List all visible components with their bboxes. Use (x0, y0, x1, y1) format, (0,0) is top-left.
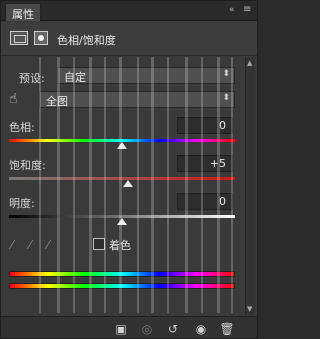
saturation-label: 饱和度: (9, 159, 46, 172)
channel-dropdown[interactable]: 全图 ⬍ (39, 91, 235, 108)
view-previous-icon[interactable]: ◎ (139, 321, 155, 337)
layer-mask-icon[interactable] (34, 31, 48, 45)
adjustment-title-row: 色相/饱和度 (1, 22, 257, 56)
reset-icon[interactable]: ↺ (165, 321, 181, 337)
clip-to-layer-icon[interactable]: ▣ (113, 321, 129, 337)
hue-value-field[interactable]: 0 (177, 117, 233, 134)
panel-scrollbar[interactable]: ▲ ▼ (245, 57, 255, 315)
scroll-up-icon[interactable]: ▲ (247, 59, 252, 67)
preset-dropdown[interactable]: 自定 ⬍ (57, 67, 235, 84)
saturation-slider-thumb[interactable] (122, 180, 133, 187)
preset-label: 预设: (19, 72, 45, 85)
panel-menu-icon[interactable]: ≡ (243, 4, 255, 16)
hue-label: 色相: (9, 121, 35, 134)
chevron-updown-icon: ⬍ (222, 93, 230, 103)
preset-value: 自定 (64, 71, 86, 84)
colorize-checkbox[interactable] (93, 238, 105, 250)
eyedropper-minus-icon[interactable]: ⁄ (47, 238, 61, 252)
saturation-value-field[interactable]: +5 (177, 155, 233, 172)
colorize-label: 着色 (109, 239, 131, 252)
panel-bottom-toolbar: ▣ ◎ ↺ ◉ 🗑 (1, 316, 257, 338)
hand-icon[interactable]: ☝ (9, 91, 25, 107)
eyedropper-plus-icon[interactable]: ⁄ (29, 238, 43, 252)
chevron-updown-icon: ⬍ (222, 69, 230, 79)
eye-icon[interactable]: ◉ (193, 321, 209, 337)
trash-icon[interactable]: 🗑 (219, 321, 235, 337)
result-color-spectrum (9, 283, 235, 289)
panel-tab-bar: 属性 « ≡ (1, 1, 257, 21)
hue-slider-thumb[interactable] (117, 142, 127, 149)
eyedropper-group: ⁄ ⁄ ⁄ (11, 238, 71, 252)
eyedropper-icon[interactable]: ⁄ (11, 238, 25, 252)
lightness-slider-thumb[interactable] (117, 218, 127, 225)
tab-properties[interactable]: 属性 (5, 3, 41, 21)
adjustment-layer-icon[interactable] (10, 31, 28, 45)
channel-value: 全图 (46, 95, 68, 108)
lightness-label: 明度: (9, 197, 35, 210)
source-color-spectrum (9, 271, 235, 277)
scroll-down-icon[interactable]: ▼ (247, 305, 252, 313)
properties-panel: 属性 « ≡ 色相/饱和度 预设: 自定 ⬍ ☝ 全图 ⬍ 色相: 0 饱和度:… (0, 0, 258, 339)
lightness-value-field[interactable]: 0 (177, 193, 233, 210)
adjustment-title: 色相/饱和度 (57, 34, 116, 47)
collapse-icon[interactable]: « (229, 4, 239, 16)
